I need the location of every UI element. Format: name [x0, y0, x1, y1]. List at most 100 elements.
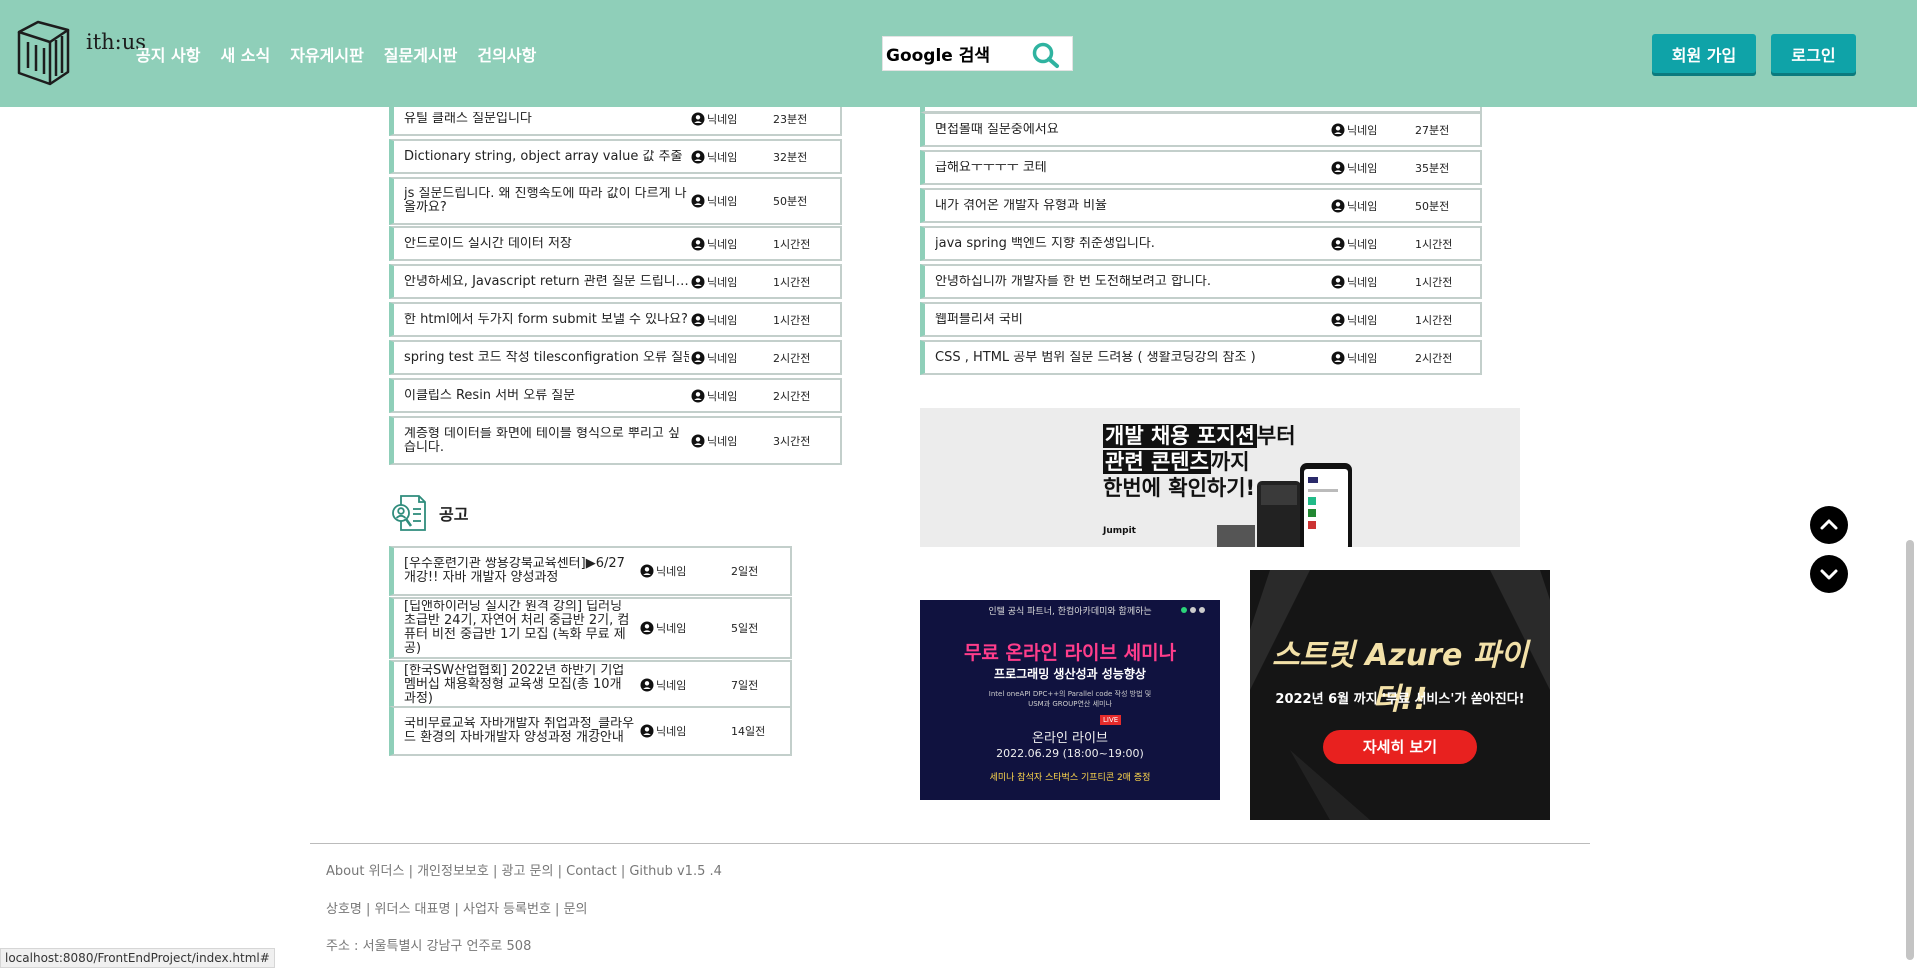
post-author: 닉네임: [1331, 274, 1377, 290]
post-time: 23분전: [773, 112, 808, 126]
search-icon[interactable]: [1031, 41, 1061, 69]
list-item[interactable]: spring test 코드 작성 tilesconfigration 오류 질…: [389, 340, 842, 375]
scroll-up-button[interactable]: [1810, 506, 1848, 544]
user-icon: [640, 724, 654, 738]
list-item[interactable]: [한국SW산업협회] 2022년 하반기 기업멤버십 채용확정형 교육생 모집(…: [389, 660, 792, 710]
list-item[interactable]: Dictionary string, object array value 값 …: [389, 139, 842, 174]
user-icon: [1331, 313, 1345, 326]
search-input[interactable]: [884, 38, 1024, 69]
ad-detail: USM과 GROUP연산 세미나: [1028, 700, 1112, 708]
page-scrollbar-thumb[interactable]: [1906, 540, 1914, 960]
post-title[interactable]: 계층형 데이터를 화면에 테이블 형식으로 뿌리고 싶습니다.: [404, 427, 689, 455]
details-button[interactable]: 자세히 보기: [1323, 730, 1477, 764]
post-title[interactable]: [한국SW산업협회] 2022년 하반기 기업멤버십 채용확정형 교육생 모집(…: [404, 664, 636, 706]
post-title[interactable]: 국비무료교육 자바개발자 취업과정_클라우드 환경의 자바개발자 양성과정 개강…: [404, 717, 636, 745]
login-button[interactable]: 로그인: [1771, 34, 1856, 73]
post-author: 닉네임: [691, 111, 737, 127]
user-icon: [691, 351, 705, 364]
user-icon: [691, 237, 705, 250]
ad-detail: Intel oneAPI DPC++의 Parallel code 작성 방법 …: [988, 690, 1152, 698]
list-item[interactable]: 국비무료교육 자바개발자 취업과정_클라우드 환경의 자바개발자 양성과정 개강…: [389, 706, 792, 756]
post-title[interactable]: js 질문드립니다. 왜 진행속도에 따라 값이 다르게 나올까요?: [404, 187, 689, 215]
list-item[interactable]: [딥앤하이러닝 실시간 원격 강의] 딥러닝 초급반 24기, 자연어 처리 중…: [389, 597, 792, 659]
post-author: 닉네임: [691, 350, 737, 366]
post-time: 1시간전: [773, 275, 811, 289]
post-title[interactable]: [우수훈련기관 쌍용강북교육센터]▶6/27개강!! 자바 개발자 양성과정: [404, 557, 636, 585]
list-item[interactable]: 안녕하세요, Javascript return 관련 질문 드립니다.. 닉네…: [389, 264, 842, 299]
live-badge: LIVE: [1100, 715, 1122, 725]
list-item[interactable]: 급해요ㅜㅜㅜㅜ 코테 닉네임 35분전: [920, 150, 1482, 185]
ad-subtitle: 프로그래밍 생산성과 성능향상: [994, 667, 1146, 681]
chevron-down-icon: [1820, 569, 1838, 580]
list-item[interactable]: js 질문드립니다. 왜 진행속도에 따라 값이 다르게 나올까요? 닉네임 5…: [389, 177, 842, 225]
footer-address: 주소 : 서울특별시 강남구 언주로 508: [326, 939, 532, 954]
list-item[interactable]: 안녕하십니까 개발자를 한 번 도전해보려고 합니다. 닉네임 1시간전: [920, 264, 1482, 299]
post-author: 닉네임: [640, 677, 686, 693]
post-title[interactable]: Dictionary string, object array value 값 …: [404, 150, 689, 164]
site-logo[interactable]: ith:us: [16, 18, 146, 88]
ad-subtitle: 2022년 6월 까지 '무료 서비스'가 쏟아진다!: [1275, 692, 1525, 707]
user-icon: [691, 434, 705, 447]
post-title[interactable]: java spring 백엔드 지향 취준생입니다.: [935, 237, 1325, 251]
list-item[interactable]: 내가 겪어온 개발자 유형과 비율 닉네임 50분전: [920, 188, 1482, 223]
post-title[interactable]: 급해요ㅜㅜㅜㅜ 코테: [935, 161, 1325, 175]
list-item[interactable]: 웹퍼블리셔 국비 닉네임 1시간전: [920, 302, 1482, 337]
user-icon: [1331, 275, 1345, 288]
post-author: 닉네임: [691, 193, 737, 209]
post-title[interactable]: 면접볼때 질문중에서요: [935, 123, 1325, 137]
post-title[interactable]: 이클립스 Resin 서버 오류 질문: [404, 389, 689, 403]
author-name: 닉네임: [707, 434, 738, 448]
nav-notice[interactable]: 공지 사항: [136, 42, 200, 66]
list-item[interactable]: [우수훈련기관 쌍용강북교육센터]▶6/27개강!! 자바 개발자 양성과정 닉…: [389, 546, 792, 596]
list-item[interactable]: 한 html에서 두가지 form submit 보낼 수 있나요? 닉네임 1…: [389, 302, 842, 337]
author-name: 닉네임: [1347, 199, 1378, 213]
post-time: 1시간전: [1415, 275, 1453, 289]
ad-highlight: 개발 채용 포지션: [1103, 424, 1257, 448]
post-title[interactable]: 내가 겪어온 개발자 유형과 비율: [935, 199, 1325, 213]
author-name: 닉네임: [656, 622, 687, 635]
list-item[interactable]: java spring 백엔드 지향 취준생입니다. 닉네임 1시간전: [920, 226, 1482, 261]
post-title[interactable]: 유틸 클래스 질문입니다: [404, 112, 689, 126]
logo-cube-icon: [17, 20, 70, 86]
post-author: 닉네임: [691, 274, 737, 290]
user-icon: [1331, 123, 1345, 136]
author-name: 닉네임: [1347, 313, 1378, 327]
author-name: 닉네임: [707, 275, 738, 289]
nav-free-board[interactable]: 자유게시판: [290, 42, 364, 66]
post-author: 닉네임: [691, 236, 737, 252]
author-name: 닉네임: [1347, 161, 1378, 175]
post-title[interactable]: CSS , HTML 공부 범위 질문 드려용 ( 생활코딩강의 참조 ): [935, 351, 1325, 365]
post-author: 닉네임: [640, 620, 686, 636]
list-item[interactable]: 안드로이드 실시간 데이터 저장 닉네임 1시간전: [389, 226, 842, 261]
post-title[interactable]: 웹퍼블리셔 국비: [935, 313, 1325, 327]
search-box: [882, 36, 1073, 71]
post-author: 닉네임: [1331, 198, 1377, 214]
post-title[interactable]: 안드로이드 실시간 데이터 저장: [404, 237, 689, 251]
post-time: 1시간전: [773, 237, 811, 251]
post-title[interactable]: spring test 코드 작성 tilesconfigration 오류 질…: [404, 351, 689, 365]
author-name: 닉네임: [707, 112, 738, 126]
user-icon: [640, 621, 654, 635]
post-title[interactable]: 안녕하세요, Javascript return 관련 질문 드립니다..: [404, 275, 689, 289]
post-author: 닉네임: [691, 388, 737, 404]
post-title[interactable]: [딥앤하이러닝 실시간 원격 강의] 딥러닝 초급반 24기, 자연어 처리 중…: [404, 600, 636, 656]
jumpit-ad-banner[interactable]: 개발 채용 포지션부터 관련 콘텐츠까지 한번에 확인하기! Jumpit: [920, 408, 1520, 547]
list-item[interactable]: CSS , HTML 공부 범위 질문 드려용 ( 생활코딩강의 참조 ) 닉네…: [920, 340, 1482, 375]
scroll-down-button[interactable]: [1810, 555, 1848, 593]
nav-question-board[interactable]: 질문게시판: [384, 42, 458, 66]
seminar-ad-banner[interactable]: 인텔 공식 파트너, 한컴아카데미와 함께하는 무료 온라인 라이브 세미나 프…: [920, 600, 1220, 800]
azure-ad-banner[interactable]: 스트릿 Azure 파이터!! 2022년 6월 까지 '무료 서비스'가 쏟아…: [1250, 570, 1550, 820]
user-icon: [691, 150, 705, 163]
nav-suggestion[interactable]: 건의사항: [477, 42, 536, 66]
browser-status-url: localhost:8080/FrontEndProject/index.htm…: [0, 948, 275, 968]
author-name: 닉네임: [1347, 275, 1378, 289]
list-item[interactable]: 면접볼때 질문중에서요 닉네임 27분전: [920, 112, 1482, 147]
footer-links[interactable]: About 위더스 | 개인정보보호 | 광고 문의 | Contact | G…: [326, 860, 722, 879]
join-button[interactable]: 회원 가입: [1652, 34, 1756, 73]
author-name: 닉네임: [656, 725, 687, 738]
nav-news[interactable]: 새 소식: [220, 42, 270, 66]
list-item[interactable]: 계층형 데이터를 화면에 테이블 형식으로 뿌리고 싶습니다. 닉네임 3시간전: [389, 416, 842, 465]
post-title[interactable]: 한 html에서 두가지 form submit 보낼 수 있나요?: [404, 313, 689, 327]
post-title[interactable]: 안녕하십니까 개발자를 한 번 도전해보려고 합니다.: [935, 275, 1325, 289]
list-item[interactable]: 이클립스 Resin 서버 오류 질문 닉네임 2시간전: [389, 378, 842, 413]
